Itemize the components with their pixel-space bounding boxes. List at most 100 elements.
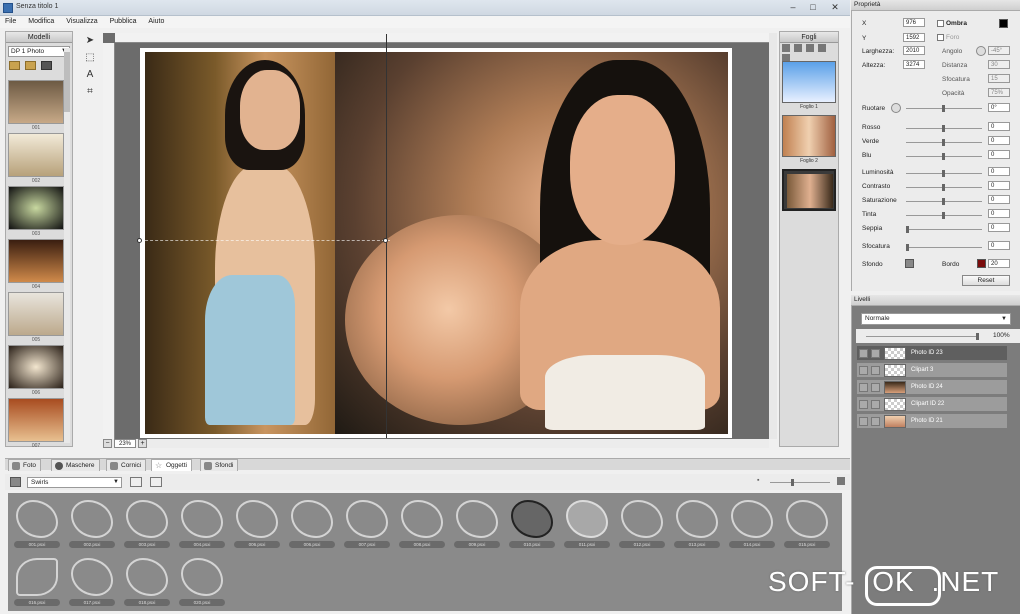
sheet-thumb-1[interactable]: Foglio 1: [782, 61, 836, 110]
object-item[interactable]: 012.psxi: [616, 496, 668, 548]
layer-row[interactable]: Photo ID 23: [857, 346, 1007, 361]
blur-slider[interactable]: [906, 247, 982, 248]
object-item[interactable]: 015.psxi: [781, 496, 833, 548]
visibility-toggle-icon[interactable]: [859, 417, 868, 426]
scroll-knob[interactable]: [64, 52, 70, 112]
saturation-input[interactable]: 0: [988, 195, 1010, 204]
tab-foto[interactable]: Foto: [8, 459, 42, 471]
object-item[interactable]: 020.psxi: [176, 554, 228, 606]
save-icon[interactable]: [40, 61, 52, 70]
sheet-thumb-3[interactable]: Foglio 3: [782, 169, 836, 217]
menu-pubblica[interactable]: Pubblica: [105, 16, 142, 27]
models-scrollbar[interactable]: [64, 48, 70, 443]
minimize-button[interactable]: –: [784, 1, 802, 13]
object-item[interactable]: 010.psxi: [506, 496, 558, 548]
model-thumb[interactable]: 007: [8, 398, 64, 449]
model-thumb[interactable]: 004: [8, 239, 64, 290]
red-input[interactable]: 0: [988, 122, 1010, 131]
green-input[interactable]: 0: [988, 136, 1010, 145]
zoom-in-button[interactable]: +: [138, 438, 147, 448]
object-item[interactable]: 003.psxi: [121, 496, 173, 548]
resize-handle[interactable]: [383, 238, 388, 243]
visibility-toggle-icon[interactable]: [859, 383, 868, 392]
thumb-size-slider[interactable]: [770, 482, 830, 483]
object-item[interactable]: 006.psxi: [286, 496, 338, 548]
add-sheet-icon[interactable]: [782, 44, 790, 52]
menu-visualizza[interactable]: Visualizza: [61, 16, 102, 27]
canvas-horizontal-scrollbar[interactable]: [103, 439, 769, 448]
layer-row[interactable]: Photo ID 21: [857, 414, 1007, 429]
object-item[interactable]: 017.psxi: [66, 554, 118, 606]
crop-tool-icon[interactable]: ⌗: [83, 85, 97, 99]
tint-input[interactable]: 0: [988, 209, 1010, 218]
x-input[interactable]: 976: [903, 18, 925, 27]
model-thumb[interactable]: 006: [8, 345, 64, 396]
tab-maschere[interactable]: Maschere: [51, 459, 100, 471]
sepia-input[interactable]: 0: [988, 223, 1010, 232]
objects-category-dropdown[interactable]: Swirls ▼: [27, 477, 122, 488]
visibility-toggle-icon[interactable]: [859, 349, 868, 358]
y-input[interactable]: 1592: [903, 33, 925, 42]
object-item[interactable]: 016.psxi: [11, 554, 63, 606]
sepia-slider-thumb[interactable]: [906, 226, 909, 233]
layer-row[interactable]: Clipart ID 22: [857, 397, 1007, 412]
size-small-icon[interactable]: ▪: [757, 477, 759, 484]
guide-line-vertical[interactable]: [386, 34, 387, 438]
object-item[interactable]: 018.psxi: [121, 554, 173, 606]
border-input[interactable]: 20: [988, 259, 1010, 268]
object-item[interactable]: 011.psxi: [561, 496, 613, 548]
rotate-slider-thumb[interactable]: [942, 105, 945, 112]
green-slider-thumb[interactable]: [942, 139, 945, 146]
saturation-slider-thumb[interactable]: [942, 198, 945, 205]
object-item[interactable]: 008.psxi: [396, 496, 448, 548]
layer-opacity-slider[interactable]: [866, 336, 976, 337]
rotate-input[interactable]: 0°: [988, 103, 1010, 112]
select-tool-icon[interactable]: ⬚: [83, 51, 97, 65]
resize-handle[interactable]: [137, 238, 142, 243]
angle-dial-icon[interactable]: [976, 46, 986, 56]
layer-row[interactable]: Photo ID 24: [857, 380, 1007, 395]
visibility-toggle-icon[interactable]: [859, 366, 868, 375]
brightness-input[interactable]: 0: [988, 167, 1010, 176]
object-item[interactable]: 013.psxi: [671, 496, 723, 548]
object-item[interactable]: 004.psxi: [176, 496, 228, 548]
folder-icon[interactable]: [130, 477, 142, 487]
blue-input[interactable]: 0: [988, 150, 1010, 159]
zoom-value[interactable]: 23%: [114, 438, 136, 448]
angle-input[interactable]: -45°: [988, 46, 1010, 55]
lock-toggle-icon[interactable]: [871, 383, 880, 392]
lock-toggle-icon[interactable]: [871, 366, 880, 375]
maximize-button[interactable]: □: [804, 1, 822, 13]
models-dropdown[interactable]: DP 1 Photo ▼: [8, 46, 70, 57]
contrast-slider-thumb[interactable]: [942, 184, 945, 191]
object-item[interactable]: 001.psxi: [11, 496, 63, 548]
model-thumb[interactable]: 005: [8, 292, 64, 343]
text-tool-icon[interactable]: A: [83, 68, 97, 82]
blur-input[interactable]: 0: [988, 241, 1010, 250]
blend-mode-dropdown[interactable]: Normale ▼: [861, 313, 1011, 325]
sepia-slider[interactable]: [906, 229, 982, 230]
lock-toggle-icon[interactable]: [871, 349, 880, 358]
menu-file[interactable]: File: [0, 16, 21, 27]
background-color-swatch[interactable]: [905, 259, 914, 268]
tint-slider-thumb[interactable]: [942, 212, 945, 219]
reset-button[interactable]: Reset: [962, 275, 1010, 286]
menu-aiuto[interactable]: Aiuto: [143, 16, 169, 27]
move-sheet-icon[interactable]: [805, 44, 814, 52]
shadow-blur-input[interactable]: 15: [988, 74, 1010, 83]
tab-sfondi[interactable]: Sfondi: [200, 459, 239, 471]
distance-input[interactable]: 30: [988, 60, 1010, 69]
size-large-icon[interactable]: [837, 477, 845, 485]
object-item[interactable]: 014.psxi: [726, 496, 778, 548]
sheet-settings-icon[interactable]: [817, 44, 826, 52]
menu-modifica[interactable]: Modifica: [23, 16, 59, 27]
contrast-input[interactable]: 0: [988, 181, 1010, 190]
layer-row[interactable]: Clipart 3: [857, 363, 1007, 378]
red-slider-thumb[interactable]: [942, 125, 945, 132]
pointer-tool-icon[interactable]: ➤: [83, 34, 97, 48]
thumb-size-thumb[interactable]: [791, 479, 794, 486]
border-color-swatch[interactable]: [977, 259, 986, 268]
lock-toggle-icon[interactable]: [871, 417, 880, 426]
sheet-thumb-2[interactable]: Foglio 2: [782, 115, 836, 164]
guide-line-horizontal[interactable]: [140, 240, 390, 241]
